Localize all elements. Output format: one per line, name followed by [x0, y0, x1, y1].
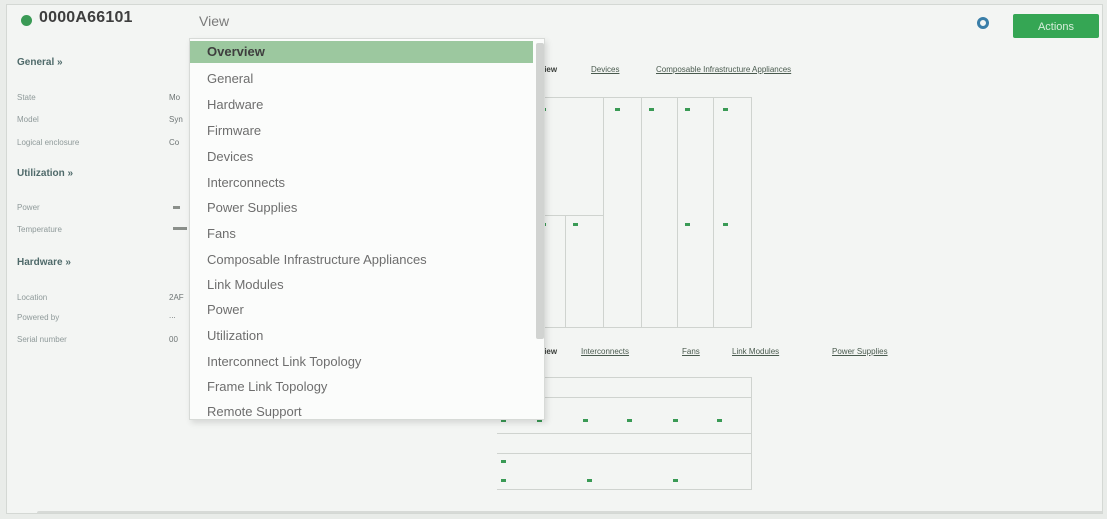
menu-item-firmware[interactable]: Firmware — [190, 120, 533, 142]
menu-item-fans[interactable]: Fans — [190, 223, 533, 245]
app-window: 0000A66101 View Actions General » State … — [6, 4, 1103, 514]
bay-status-icon — [615, 108, 620, 111]
menu-item-link-modules[interactable]: Link Modules — [190, 274, 533, 296]
menu-item-interconnect-link-topology[interactable]: Interconnect Link Topology — [190, 351, 533, 373]
help-icon[interactable] — [977, 17, 989, 29]
logical-enclosure-label: Logical enclosure — [17, 138, 80, 147]
bay-status-icon — [573, 223, 578, 226]
fan-status-icon — [501, 460, 506, 463]
menu-item-power[interactable]: Power — [190, 299, 533, 321]
interconnect-status-icon — [717, 419, 722, 422]
menu-item-utilization[interactable]: Utilization — [190, 325, 533, 347]
tab-fans[interactable]: Fans — [682, 347, 700, 356]
view-menu-button[interactable]: View — [199, 13, 229, 29]
status-ok-icon — [21, 15, 32, 26]
actions-button[interactable]: Actions — [1013, 14, 1099, 38]
location-value: 2AF — [169, 293, 184, 302]
menu-item-general[interactable]: General — [190, 68, 533, 90]
state-label: State — [17, 93, 36, 102]
enclosure-title: 0000A66101 — [39, 9, 133, 26]
powered-by-label: Powered by — [17, 313, 60, 322]
bay-status-icon — [649, 108, 654, 111]
bay-status-icon — [685, 223, 690, 226]
interconnect-status-icon — [583, 419, 588, 422]
hardware-section-heading[interactable]: Hardware » — [17, 257, 71, 268]
menu-item-power-supplies[interactable]: Power Supplies — [190, 197, 533, 219]
serial-number-label: Serial number — [17, 335, 67, 344]
state-value: Mo — [169, 93, 181, 102]
interconnect-status-icon — [627, 419, 632, 422]
view-dropdown-menu: Overview General Hardware Firmware Devic… — [189, 38, 545, 420]
horizontal-scrollbar[interactable] — [37, 511, 1102, 513]
model-label: Model — [17, 115, 39, 124]
tab-composable-infrastructure-appliances[interactable]: Composable Infrastructure Appliances — [656, 65, 791, 74]
power-supply-status-icon — [587, 479, 592, 482]
logical-enclosure-value[interactable]: Co — [169, 138, 179, 147]
bay-status-icon — [723, 223, 728, 226]
temperature-label: Temperature — [17, 225, 62, 234]
menu-item-overview[interactable]: Overview — [190, 41, 533, 63]
temperature-utilization-bar — [173, 227, 187, 230]
menu-item-devices[interactable]: Devices — [190, 146, 533, 168]
power-supply-status-icon — [673, 479, 678, 482]
bay-status-icon — [685, 108, 690, 111]
menu-item-interconnects[interactable]: Interconnects — [190, 172, 533, 194]
model-value: Syn — [169, 115, 183, 124]
location-label: Location — [17, 293, 48, 302]
menu-item-composable-infrastructure-appliances[interactable]: Composable Infrastructure Appliances — [190, 249, 533, 271]
dropdown-scrollbar[interactable] — [536, 43, 544, 339]
power-utilization-bar — [173, 206, 180, 209]
tab-power-supplies[interactable]: Power Supplies — [832, 347, 888, 356]
general-section-heading[interactable]: General » — [17, 57, 63, 68]
tab-interconnects[interactable]: Interconnects — [581, 347, 629, 356]
utilization-section-heading[interactable]: Utilization » — [17, 168, 73, 179]
serial-number-value: 00 — [169, 335, 178, 344]
tab-devices[interactable]: Devices — [591, 65, 619, 74]
menu-item-remote-support[interactable]: Remote Support — [190, 401, 533, 419]
bay-status-icon — [723, 108, 728, 111]
menu-item-hardware[interactable]: Hardware — [190, 94, 533, 116]
power-supply-status-icon — [501, 479, 506, 482]
menu-item-frame-link-topology[interactable]: Frame Link Topology — [190, 376, 533, 398]
interconnect-status-icon — [673, 419, 678, 422]
powered-by-value: ... — [169, 311, 176, 320]
power-label: Power — [17, 203, 40, 212]
tab-link-modules[interactable]: Link Modules — [732, 347, 779, 356]
